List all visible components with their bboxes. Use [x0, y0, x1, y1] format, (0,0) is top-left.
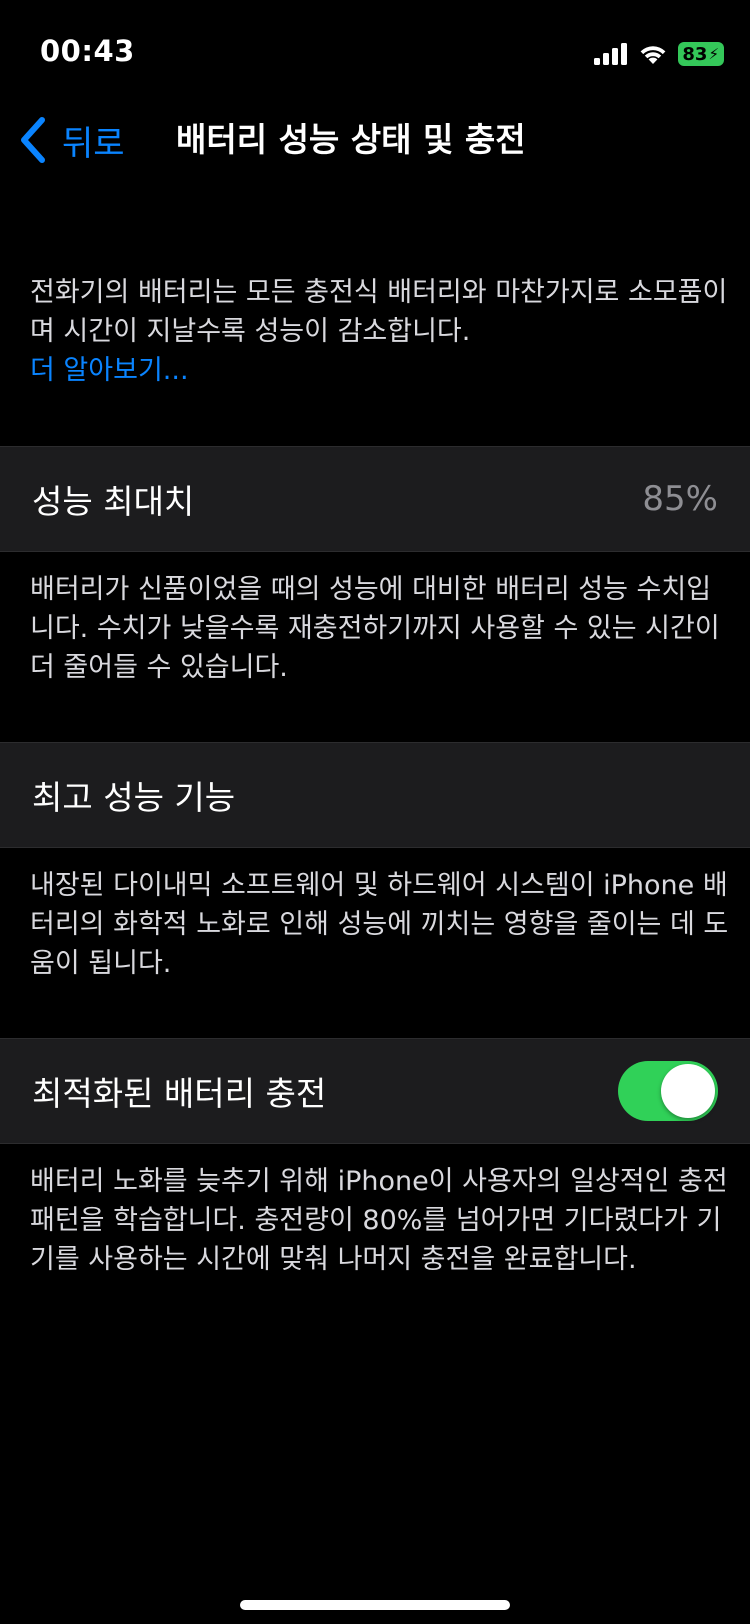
wifi-icon [640, 46, 666, 64]
learn-more-link[interactable]: 더 알아보기... [30, 351, 730, 390]
optimized-charging-label: 최적화된 배터리 충전 [32, 1074, 327, 1113]
peak-performance-description: 내장된 다이내믹 소프트웨어 및 하드웨어 시스템이 iPhone 배터리의 화… [30, 870, 729, 979]
peak-performance-row: 최고 성능 기능 [0, 742, 750, 848]
charging-bolt-icon: ⚡ [708, 45, 719, 63]
maximum-capacity-label: 성능 최대치 [32, 482, 195, 521]
maximum-capacity-value: 85% [642, 479, 718, 519]
home-indicator[interactable] [240, 1600, 510, 1610]
optimized-charging-toggle[interactable] [618, 1061, 718, 1121]
back-button[interactable]: 뒤로 [18, 110, 125, 170]
maximum-capacity-description: 배터리가 신품이었을 때의 성능에 대비한 배터리 성능 수치입니다. 수치가 … [30, 574, 720, 683]
nav-bar: 뒤로 배터리 성능 상태 및 충전 [0, 100, 750, 180]
intro-description: 전화기의 배터리는 모든 충전식 배터리와 마찬가지로 소모품이며 시간이 지날… [30, 273, 730, 390]
intro-text: 전화기의 배터리는 모든 충전식 배터리와 마찬가지로 소모품이며 시간이 지날… [30, 277, 728, 347]
status-time: 00:43 [40, 34, 135, 68]
status-bar: 00:43 83 ⚡ [0, 0, 750, 100]
chevron-left-icon [21, 117, 45, 163]
optimized-charging-description: 배터리 노화를 늦추기 위해 iPhone이 사용자의 일상적인 충전 패턴을 … [30, 1166, 728, 1275]
battery-percent: 83 [682, 43, 708, 65]
cellular-signal-icon [594, 43, 628, 65]
back-label: 뒤로 [62, 123, 125, 164]
toggle-knob [661, 1064, 715, 1118]
battery-icon: 83 ⚡ [678, 42, 724, 66]
peak-performance-label: 최고 성능 기능 [32, 778, 236, 817]
page-title: 배터리 성능 상태 및 충전 [176, 120, 526, 159]
maximum-capacity-row: 성능 최대치 85% [0, 446, 750, 552]
optimized-charging-row: 최적화된 배터리 충전 [0, 1038, 750, 1144]
status-icons: 83 ⚡ [594, 40, 724, 68]
